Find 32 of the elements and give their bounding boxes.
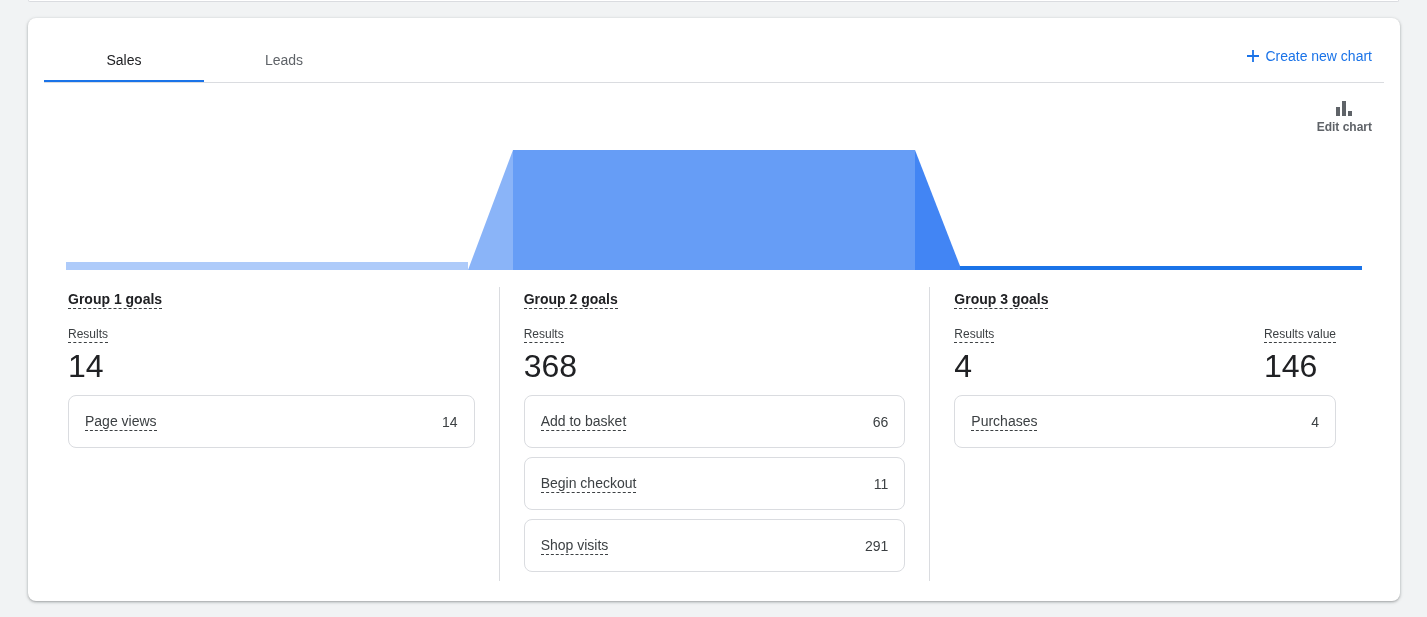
goal-value: 291 [864, 537, 889, 554]
goal-name: Page views [85, 412, 157, 431]
tab[interactable]: Sales [44, 40, 204, 82]
goal-value: 11 [873, 475, 889, 492]
goal-row[interactable]: Purchases 4 [954, 395, 1336, 448]
metric-label[interactable]: Results [954, 327, 995, 343]
tab[interactable]: Leads [204, 40, 364, 82]
goal-value: 14 [442, 413, 458, 430]
metric-value: 146 [1263, 348, 1318, 384]
bar-chart-icon [1336, 101, 1353, 116]
plus-icon [1247, 50, 1260, 62]
metric-label[interactable]: Results [523, 327, 564, 343]
group-title[interactable]: Group 1 goals [68, 291, 163, 309]
goal-name: Shop visits [540, 536, 609, 555]
create-new-chart-button[interactable]: Create new chart [1247, 48, 1372, 64]
metric-label[interactable]: Results value [1263, 327, 1336, 343]
metric-value: 14 [68, 348, 105, 384]
goal-row[interactable]: Begin checkout 11 [523, 457, 906, 510]
metric-label[interactable]: Results [68, 327, 108, 343]
goal-name: Begin checkout [540, 474, 637, 493]
goal-value: 4 [1311, 413, 1319, 430]
group-title[interactable]: Group 3 goals [954, 291, 1049, 309]
goal-row[interactable]: Page views 14 [68, 395, 475, 448]
metric-value: 368 [523, 348, 578, 384]
goal-value: 66 [872, 413, 889, 430]
edit-chart-button[interactable]: Edit chart [1316, 101, 1372, 134]
metric-value: 4 [954, 348, 974, 384]
group-title[interactable]: Group 2 goals [523, 291, 618, 309]
goal-name: Purchases [971, 412, 1038, 431]
goal-row[interactable]: Shop visits 291 [523, 519, 906, 572]
goal-row[interactable]: Add to basket 66 [523, 395, 906, 448]
goal-name: Add to basket [540, 412, 627, 431]
